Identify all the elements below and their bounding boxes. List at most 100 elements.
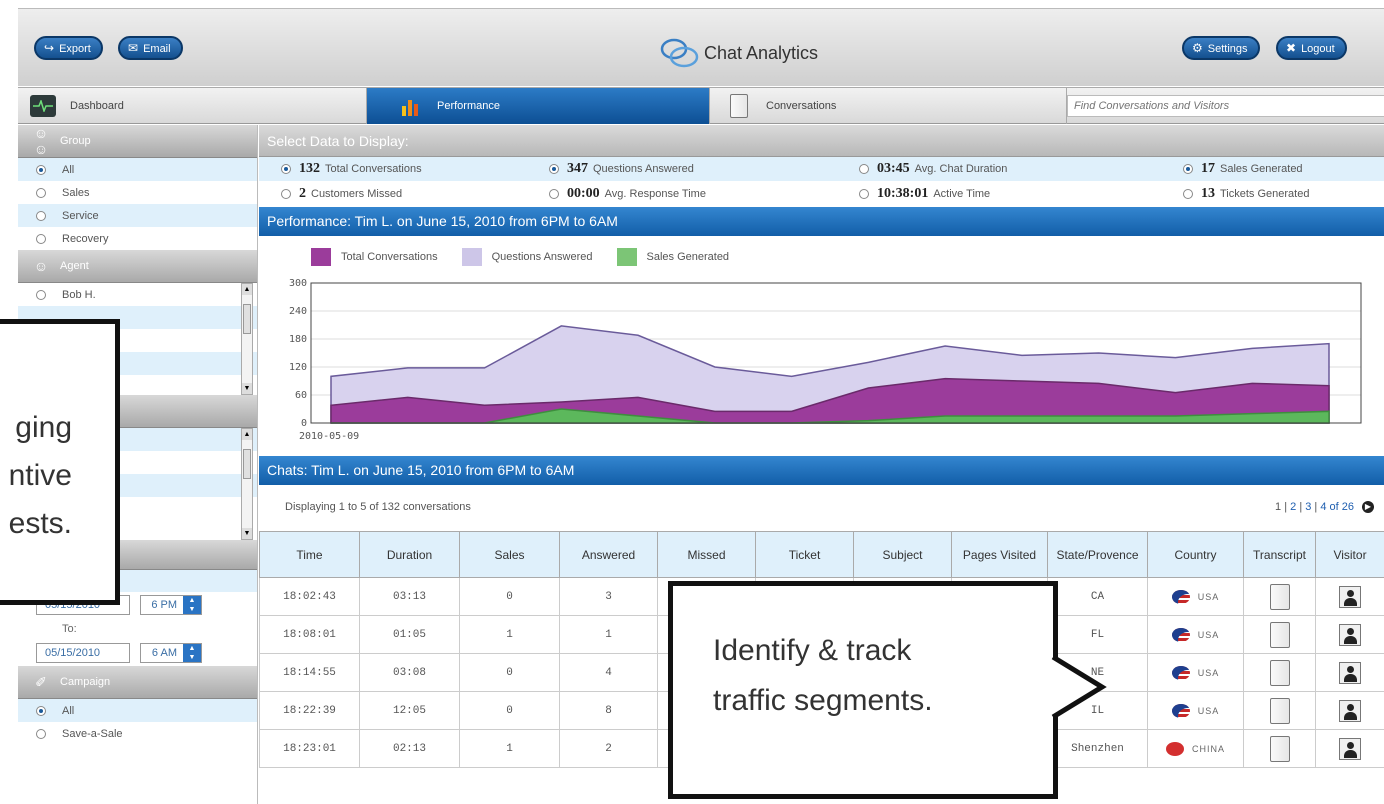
export-icon: ↪ xyxy=(44,41,55,55)
metric-tickets-generated[interactable]: 13 Tickets Generated xyxy=(1183,182,1309,206)
radio-button[interactable] xyxy=(36,705,46,716)
radio-button[interactable] xyxy=(36,210,46,221)
visitor-icon[interactable] xyxy=(1339,585,1361,608)
metric-customers-missed[interactable]: 2 Customers Missed xyxy=(281,182,402,206)
to-date-field[interactable]: 05/15/2010 xyxy=(36,643,130,663)
column-header[interactable]: Duration xyxy=(359,531,460,578)
metric-avg-chat-duration[interactable]: 03:45 Avg. Chat Duration xyxy=(859,157,1007,181)
transcript-icon[interactable] xyxy=(1269,659,1290,686)
cell-transcript xyxy=(1243,653,1316,692)
from-time-stepper[interactable]: 6 PM ▲ ▼ xyxy=(140,595,202,615)
scroll-down-icon[interactable]: ▼ xyxy=(242,528,252,539)
agent-option[interactable]: Bob H. xyxy=(18,283,257,306)
y-tick-label: 60 xyxy=(295,390,307,401)
campaign-option-save-a-sale[interactable]: Save-a-Sale xyxy=(18,722,257,745)
page-link[interactable]: 4 of 26 xyxy=(1320,501,1354,513)
group-header: ☺☺ Group xyxy=(18,125,257,158)
callout-line: ging xyxy=(15,411,72,444)
scroll-up-icon[interactable]: ▲ xyxy=(242,284,252,295)
transcript-icon[interactable] xyxy=(1269,735,1290,762)
next-page-icon[interactable]: ▶ xyxy=(1362,501,1374,513)
tab-dashboard[interactable]: Dashboard xyxy=(18,88,367,124)
spinner-icon[interactable]: ▲ ▼ xyxy=(183,644,201,662)
radio-button[interactable] xyxy=(281,189,291,199)
legend-swatch xyxy=(461,248,482,266)
group-option-all[interactable]: All xyxy=(18,158,257,181)
cell-country: CHINA xyxy=(1147,729,1244,768)
column-header[interactable]: Ticket xyxy=(755,531,854,578)
cell-state: CA xyxy=(1047,577,1148,616)
to-time-stepper[interactable]: 6 AM ▲ ▼ xyxy=(140,643,202,663)
visitor-icon[interactable] xyxy=(1339,737,1361,760)
column-header[interactable]: Subject xyxy=(853,531,952,578)
column-header[interactable]: Time xyxy=(259,531,360,578)
metric-active-time[interactable]: 10:38:01 Active Time xyxy=(859,182,990,206)
metric-label: Sales Generated xyxy=(1220,163,1303,175)
cell-sales: 0 xyxy=(459,653,560,692)
page-link[interactable]: 3 xyxy=(1305,501,1311,513)
radio-button[interactable] xyxy=(859,189,869,199)
group-option-recovery[interactable]: Recovery xyxy=(18,227,257,250)
visitor-icon[interactable] xyxy=(1339,661,1361,684)
radio-button[interactable] xyxy=(1183,189,1193,199)
column-header[interactable]: Visitor xyxy=(1315,531,1384,578)
transcript-icon[interactable] xyxy=(1269,621,1290,648)
visitor-icon[interactable] xyxy=(1339,699,1361,722)
transcript-icon[interactable] xyxy=(1269,583,1290,610)
radio-button[interactable] xyxy=(36,164,46,175)
option-label: Sales xyxy=(62,186,90,199)
transcript-icon[interactable] xyxy=(1269,697,1290,724)
radio-button[interactable] xyxy=(36,233,46,244)
tab-conversations-label: Conversations xyxy=(766,100,837,112)
settings-label: Settings xyxy=(1207,43,1248,55)
campaign-option-all[interactable]: All xyxy=(18,699,257,722)
tab-conversations[interactable]: Conversations xyxy=(710,88,1067,124)
group-option-sales[interactable]: Sales xyxy=(18,181,257,204)
date-range-to: 05/15/2010 6 AM ▲ ▼ xyxy=(18,640,257,666)
cell-answered: 3 xyxy=(559,577,658,616)
visitor-icon[interactable] xyxy=(1339,623,1361,646)
scroll-up-icon[interactable]: ▲ xyxy=(242,429,252,440)
radio-button[interactable] xyxy=(36,187,46,198)
metric-sales-generated[interactable]: 17 Sales Generated xyxy=(1183,157,1303,181)
chats-title: Chats: Tim L. on June 15, 2010 from 6PM … xyxy=(259,456,1384,485)
tab-performance-label: Performance xyxy=(437,100,500,112)
search-input[interactable] xyxy=(1068,96,1368,116)
scroll-thumb[interactable] xyxy=(243,304,251,334)
email-button[interactable]: ✉ Email xyxy=(118,36,183,60)
scroll-down-icon[interactable]: ▼ xyxy=(242,383,252,394)
radio-button[interactable] xyxy=(549,164,559,174)
logout-button[interactable]: ✖ Logout xyxy=(1276,36,1347,60)
column-header[interactable]: State/Provence xyxy=(1047,531,1148,578)
metric-questions-answered[interactable]: 347 Questions Answered xyxy=(549,157,694,181)
column-header[interactable]: Answered xyxy=(559,531,658,578)
metric-avg-response-time[interactable]: 00:00 Avg. Response Time xyxy=(549,182,706,206)
radio-button[interactable] xyxy=(549,189,559,199)
settings-button[interactable]: ⚙ Settings xyxy=(1182,36,1260,60)
legend-label: Questions Answered xyxy=(491,251,593,263)
metric-total-conversations[interactable]: 132 Total Conversations xyxy=(281,157,422,181)
scroll-thumb[interactable] xyxy=(243,449,251,479)
column-header[interactable]: Missed xyxy=(657,531,756,578)
radio-button[interactable] xyxy=(36,728,46,739)
radio-button[interactable] xyxy=(36,289,46,300)
cell-visitor xyxy=(1315,577,1384,616)
radio-button[interactable] xyxy=(859,164,869,174)
spinner-icon[interactable]: ▲ ▼ xyxy=(183,596,201,614)
agent-scrollbar[interactable]: ▲ ▼ xyxy=(241,283,253,395)
close-icon: ✖ xyxy=(1286,41,1297,55)
tab-performance[interactable]: Performance xyxy=(367,88,710,124)
export-button[interactable]: ↪ Export xyxy=(34,36,103,60)
column-header[interactable]: Transcript xyxy=(1243,531,1316,578)
radio-button[interactable] xyxy=(281,164,291,174)
metric-value: 10:38:01 xyxy=(877,186,929,201)
page-link[interactable]: 2 xyxy=(1290,501,1296,513)
radio-button[interactable] xyxy=(1183,164,1193,174)
list-scrollbar[interactable]: ▲ ▼ xyxy=(241,428,253,540)
cell-time: 18:08:01 xyxy=(259,615,360,654)
group-option-service[interactable]: Service xyxy=(18,204,257,227)
column-header[interactable]: Sales xyxy=(459,531,560,578)
column-header[interactable]: Pages Visited xyxy=(951,531,1048,578)
pager: 1 | 2 | 3 | 4 of 26 ▶ xyxy=(1275,501,1374,513)
column-header[interactable]: Country xyxy=(1147,531,1244,578)
